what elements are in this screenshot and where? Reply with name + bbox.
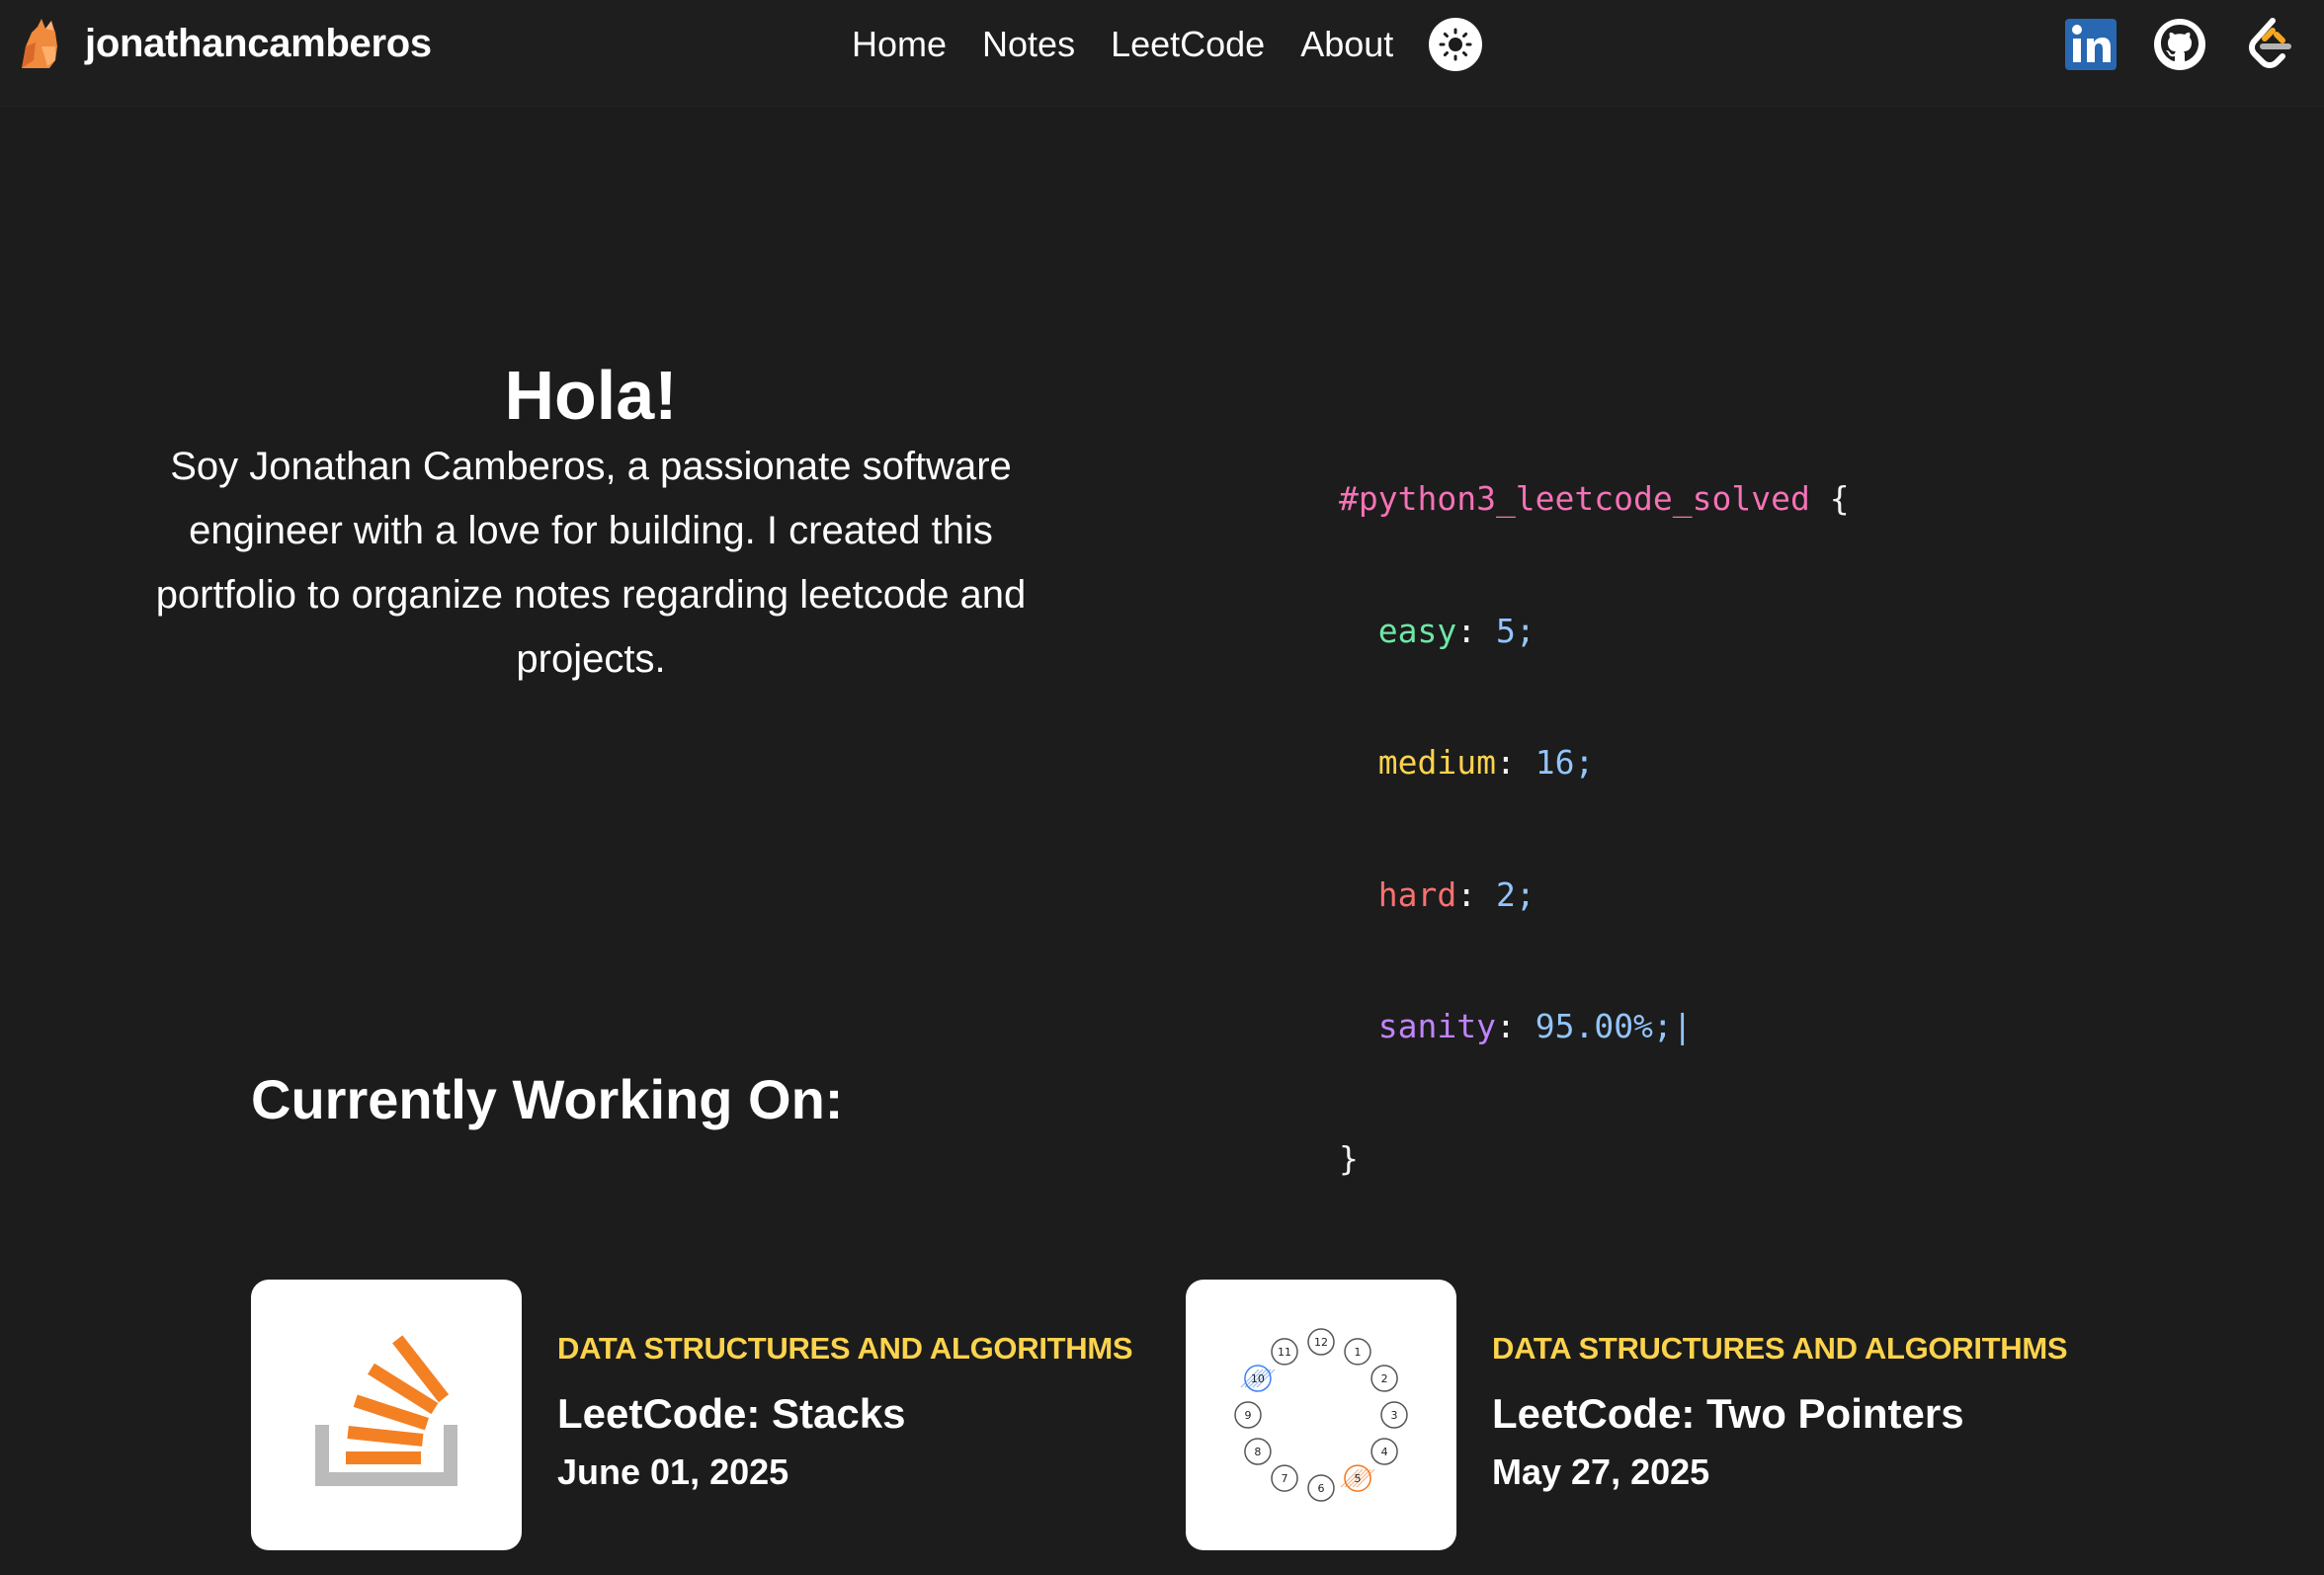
card-title[interactable]: LeetCode: Stacks <box>557 1390 1132 1438</box>
sun-icon <box>1439 28 1472 61</box>
diagram-node-label: 1 <box>1355 1346 1362 1359</box>
diagram-node-label: 4 <box>1381 1446 1388 1458</box>
hero-intro-text: Soy Jonathan Camberos, a passionate soft… <box>155 445 1027 681</box>
github-icon[interactable] <box>2152 17 2207 72</box>
code-sanity-key: sanity <box>1377 1007 1496 1045</box>
main-nav: Home Notes LeetCode About <box>852 18 1483 71</box>
post-card-two-pointers[interactable]: 12 1 2 3 4 5 6 7 8 9 10 11 DATA STRUCTURES AND ALGO… <box>1186 1280 2068 1551</box>
card-category: DATA STRUCTURES AND ALGORITHMS <box>557 1331 1133 1366</box>
diagram-node-label: 8 <box>1254 1446 1261 1458</box>
diagram-node: 6 <box>1307 1474 1335 1502</box>
typing-cursor: | <box>1672 1007 1693 1045</box>
circular-nodes-diagram: 121234567891011 <box>1234 1328 1408 1502</box>
code-easy-key: easy <box>1377 611 1457 650</box>
diagram-node-label: 2 <box>1381 1372 1388 1385</box>
diagram-node: 10 <box>1240 1365 1276 1392</box>
code-medium-value: 16; <box>1535 743 1595 782</box>
hero-title: Hola! <box>504 357 678 434</box>
diagram-node: 11 <box>1271 1338 1298 1366</box>
card-body: DATA STRUCTURES AND ALGORITHMS LeetCode:… <box>1492 1280 2068 1493</box>
diagram-node: 9 <box>1234 1401 1262 1429</box>
leetcode-icon[interactable] <box>2241 17 2296 72</box>
diagram-node-label: 6 <box>1318 1482 1325 1495</box>
nav-about-link[interactable]: About <box>1300 24 1393 65</box>
code-open-brace: { <box>1829 479 1850 518</box>
code-easy-value: 5; <box>1495 611 1536 650</box>
theme-toggle-button[interactable] <box>1429 18 1483 71</box>
brand-home-link[interactable]: jonathancamberos <box>12 14 432 73</box>
diagram-node-label: 7 <box>1282 1472 1288 1485</box>
diagram-node: 7 <box>1271 1464 1298 1492</box>
post-card-stacks[interactable]: DATA STRUCTURES AND ALGORITHMS LeetCode:… <box>251 1280 1133 1551</box>
card-category: DATA STRUCTURES AND ALGORITHMS <box>1492 1331 2068 1366</box>
diagram-node: 12 <box>1307 1328 1335 1356</box>
card-thumbnail: 12 1 2 3 4 5 6 7 8 9 10 11 <box>1186 1280 1456 1550</box>
section-title-working-on: Currently Working On: <box>251 1068 844 1130</box>
diagram-node: 8 <box>1244 1438 1272 1465</box>
nav-leetcode-link[interactable]: LeetCode <box>1111 24 1265 65</box>
social-links <box>2063 16 2296 73</box>
leetcode-stats-code-block: #python3_leetcode_solved { easy: 5; medi… <box>1339 479 1850 1178</box>
code-hard-value: 2; <box>1495 874 1536 914</box>
diagram-node: 4 <box>1370 1438 1398 1465</box>
diagram-node-label: 12 <box>1314 1336 1328 1349</box>
code-sanity-value: 95.00%; <box>1535 1007 1673 1045</box>
card-date: June 01, 2025 <box>557 1451 789 1492</box>
stack-overflow-icon <box>315 1335 457 1486</box>
linkedin-icon[interactable] <box>2063 17 2118 72</box>
diagram-node: 3 <box>1380 1401 1408 1429</box>
card-title[interactable]: LeetCode: Two Pointers <box>1492 1390 2067 1438</box>
fox-logo-icon <box>22 19 57 68</box>
code-close-brace: } <box>1339 1138 1359 1178</box>
code-selector: #python3_leetcode_solved <box>1339 479 1810 518</box>
diagram-node: 5 <box>1340 1464 1375 1492</box>
code-medium-key: medium <box>1377 743 1496 782</box>
diagram-node-label: 5 <box>1355 1472 1362 1485</box>
brand-name: jonathancamberos <box>85 21 432 65</box>
diagram-node-label: 11 <box>1278 1346 1291 1359</box>
nav-notes-link[interactable]: Notes <box>982 24 1075 65</box>
diagram-node: 1 <box>1344 1338 1371 1366</box>
site-header: jonathancamberos Home Notes LeetCode Abo… <box>0 0 2324 107</box>
diagram-node-label: 3 <box>1391 1409 1398 1422</box>
diagram-node-label: 9 <box>1245 1409 1252 1422</box>
diagram-node: 2 <box>1370 1365 1398 1392</box>
diagram-node-label: 10 <box>1251 1372 1265 1385</box>
card-thumbnail <box>251 1280 522 1550</box>
card-body: DATA STRUCTURES AND ALGORITHMS LeetCode:… <box>557 1280 1133 1493</box>
nav-home-link[interactable]: Home <box>852 24 947 65</box>
card-date: May 27, 2025 <box>1492 1451 1710 1492</box>
code-hard-key: hard <box>1377 874 1457 914</box>
